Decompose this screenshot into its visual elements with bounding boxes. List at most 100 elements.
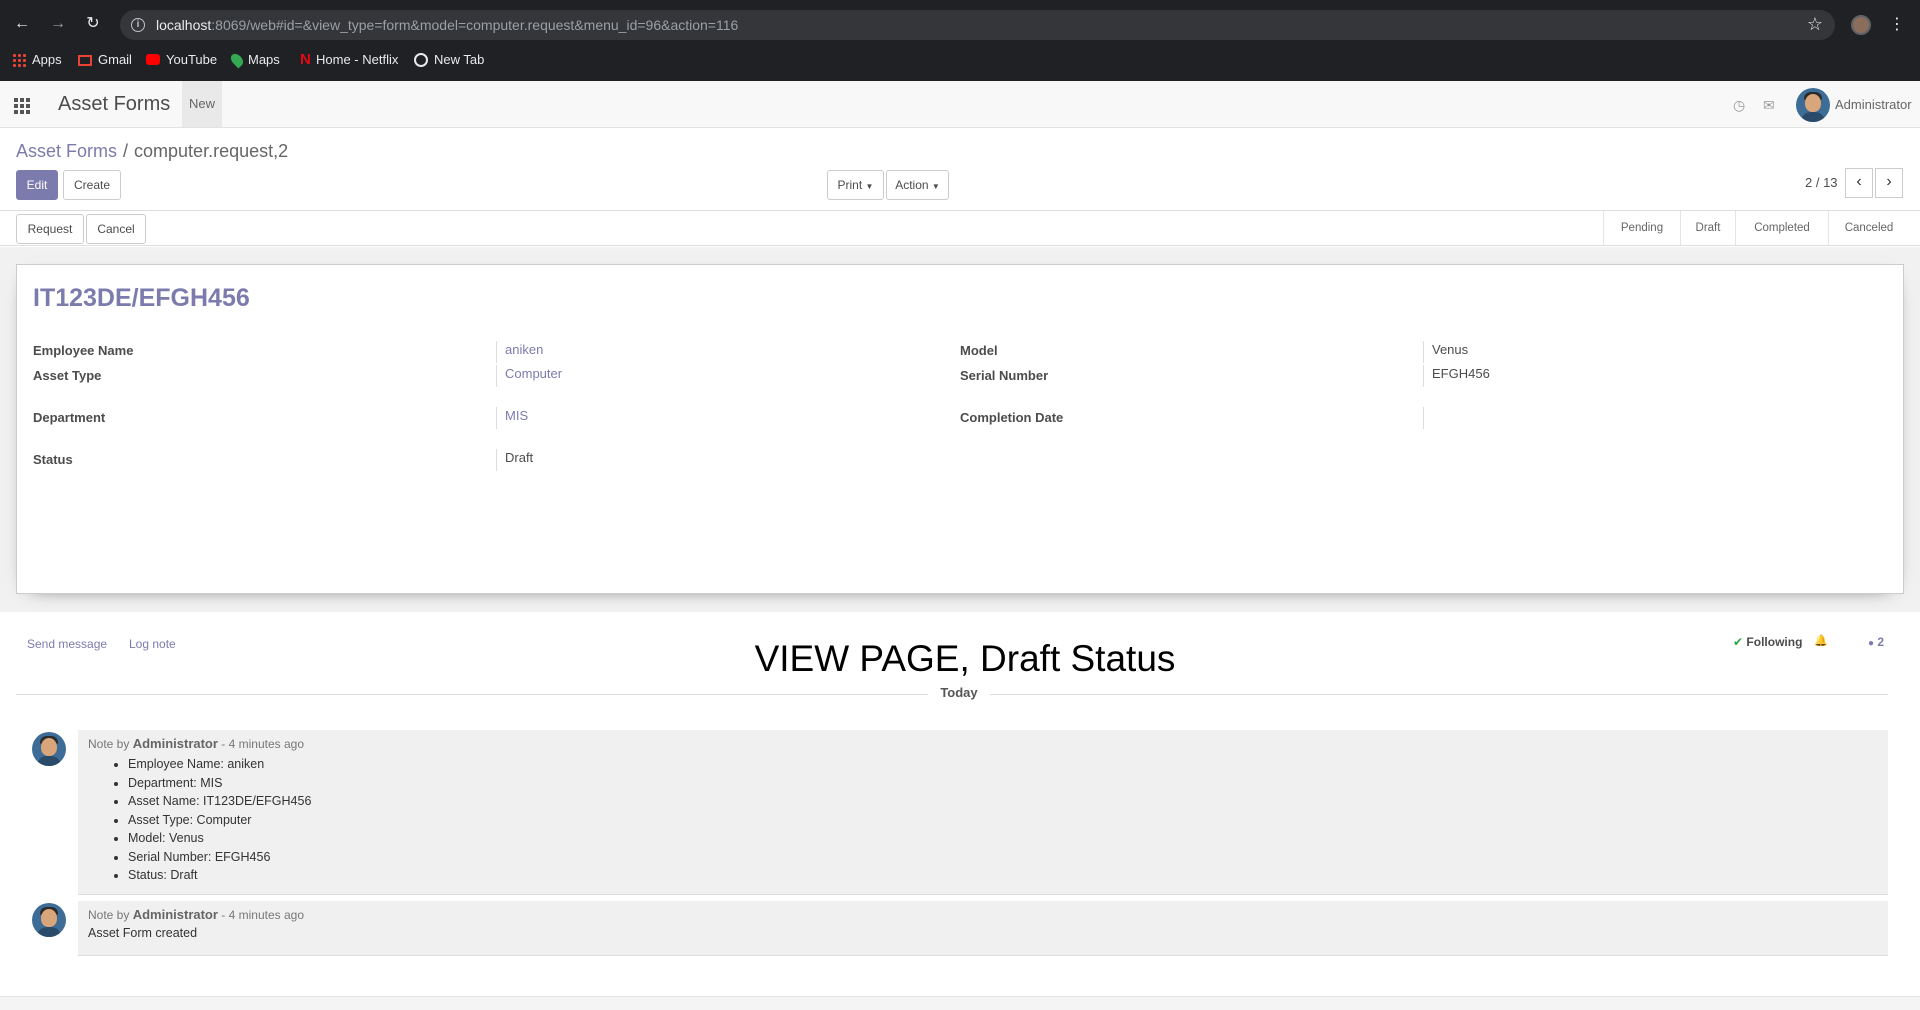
bookmark-netflix[interactable]: N Home - Netflix — [300, 52, 399, 68]
list-item: Note by Administrator - 4 minutes ago As… — [78, 901, 1888, 956]
tracking-list: Employee Name: aniken Department: MIS As… — [128, 755, 311, 885]
tracking-item: Serial Number: EFGH456 — [128, 848, 311, 867]
reload-icon[interactable]: ↻ — [83, 14, 103, 34]
url-text[interactable]: localhost:8069/web#id=&view_type=form&mo… — [156, 17, 738, 33]
messages-chat-icon[interactable]: ✉ — [1763, 97, 1775, 114]
followers-button[interactable]: ● 2 — [1868, 635, 1884, 649]
department-label: Department — [33, 410, 106, 425]
asset-type-field[interactable]: Computer — [496, 365, 562, 387]
app-menu-icon[interactable] — [14, 98, 31, 114]
followers-count: 2 — [1877, 635, 1885, 649]
pager-previous-icon[interactable]: ‹ — [1845, 168, 1873, 198]
bookmark-star-icon[interactable]: ☆ — [1807, 14, 1823, 35]
serial-number-field: EFGH456 — [1423, 365, 1490, 387]
action-dropdown[interactable]: Action ▼ — [886, 170, 949, 200]
model-field: Venus — [1423, 341, 1468, 363]
record-title: IT123DE/EFGH456 — [33, 284, 250, 312]
bell-icon[interactable]: 🔔 — [1814, 634, 1828, 647]
browser-chrome: ← → ↻ i localhost:8069/web#id=&view_type… — [0, 0, 1920, 81]
avatar[interactable] — [32, 732, 66, 766]
address-bar[interactable]: i localhost:8069/web#id=&view_type=form&… — [120, 10, 1835, 40]
statusbar: Request Cancel Pending Draft Completed C… — [0, 210, 1920, 246]
model-label: Model — [960, 343, 998, 358]
bookmarks-bar: Apps Gmail YouTube Maps N Home - Netflix… — [0, 48, 1920, 74]
tracking-item: Asset Type: Computer — [128, 811, 311, 830]
bookmark-label: Gmail — [98, 52, 132, 67]
bookmark-maps[interactable]: Maps — [228, 51, 280, 68]
bookmark-label: New Tab — [434, 52, 485, 67]
tracking-item: Model: Venus — [128, 829, 311, 848]
avatar[interactable] — [1796, 88, 1830, 122]
globe-icon — [414, 52, 428, 67]
asset-type-label: Asset Type — [33, 368, 102, 383]
message-header: Note by Administrator - 4 minutes ago — [88, 736, 304, 751]
breadcrumb-parent[interactable]: Asset Forms — [16, 141, 117, 161]
bookmark-gmail[interactable]: Gmail — [78, 52, 132, 67]
tracking-item: Status: Draft — [128, 866, 311, 885]
action-label: Action — [895, 178, 929, 192]
employee-name-label: Employee Name — [33, 343, 134, 358]
chatter: Send message Log note VIEW PAGE, Draft S… — [0, 612, 1920, 1010]
employee-name-field[interactable]: aniken — [496, 341, 543, 363]
tracking-item: Employee Name: aniken — [128, 755, 311, 774]
status-label: Status — [33, 452, 73, 467]
browser-menu-icon[interactable]: ⋮ — [1889, 14, 1905, 34]
apps-grid-icon — [12, 52, 26, 67]
bookmark-label: Apps — [32, 52, 62, 67]
message-header: Note by Administrator - 4 minutes ago — [88, 907, 304, 922]
cancel-button[interactable]: Cancel — [86, 214, 146, 244]
tracking-item: Department: MIS — [128, 774, 311, 793]
activity-clock-icon[interactable]: ◷ — [1733, 97, 1745, 114]
pager-next-icon[interactable]: › — [1875, 168, 1903, 198]
user-icon: ● — [1868, 638, 1875, 649]
caret-down-icon: ▼ — [865, 182, 874, 191]
message-time: - 4 minutes ago — [221, 737, 304, 751]
print-dropdown[interactable]: Print ▼ — [827, 170, 884, 200]
back-icon[interactable]: ← — [12, 14, 32, 34]
bookmark-label: Maps — [248, 52, 280, 67]
site-info-icon[interactable]: i — [131, 18, 145, 32]
app-name[interactable]: Asset Forms — [58, 93, 170, 116]
create-button[interactable]: Create — [63, 170, 121, 200]
forward-icon[interactable]: → — [48, 14, 68, 34]
bookmark-label: YouTube — [166, 52, 218, 67]
message-prefix: Note by — [88, 908, 130, 922]
stage-completed[interactable]: Completed — [1736, 211, 1828, 245]
stage-canceled[interactable]: Canceled — [1829, 211, 1909, 245]
message-prefix: Note by — [88, 737, 130, 751]
following-button[interactable]: ✔ Following — [1733, 635, 1802, 649]
bookmark-label: Home - Netflix — [316, 52, 399, 67]
list-item: Note by Administrator - 4 minutes ago Em… — [78, 730, 1888, 895]
breadcrumb-current: computer.request,2 — [134, 141, 289, 161]
stage-pending[interactable]: Pending — [1604, 211, 1680, 245]
bookmark-youtube[interactable]: YouTube — [146, 52, 217, 67]
message-time: - 4 minutes ago — [221, 908, 304, 922]
browser-profile-avatar[interactable] — [1851, 15, 1871, 35]
menu-new[interactable]: New — [182, 81, 222, 127]
user-menu-name[interactable]: Administrator — [1835, 97, 1912, 112]
form-sheet: IT123DE/EFGH456 Employee Name aniken Ass… — [16, 264, 1904, 594]
breadcrumb-separator: / — [123, 141, 129, 161]
message-author[interactable]: Administrator — [133, 736, 218, 751]
pager-value[interactable]: 2 / 13 — [1805, 175, 1838, 190]
tracking-item: Asset Name: IT123DE/EFGH456 — [128, 792, 311, 811]
print-label: Print — [837, 178, 863, 192]
completion-date-field — [1423, 407, 1432, 429]
message-author[interactable]: Administrator — [133, 907, 218, 922]
serial-number-label: Serial Number — [960, 368, 1049, 383]
breadcrumb: Asset Forms / computer.request,2 — [16, 141, 288, 162]
bookmark-new-tab[interactable]: New Tab — [414, 52, 484, 67]
message-body: Asset Form created — [88, 926, 198, 940]
youtube-icon — [146, 54, 160, 65]
bookmark-apps[interactable]: Apps — [12, 52, 62, 67]
page-banner: VIEW PAGE, Draft Status — [754, 638, 1176, 679]
bottom-strip — [0, 996, 1920, 1010]
stage-draft[interactable]: Draft — [1681, 211, 1735, 245]
caret-down-icon: ▼ — [931, 182, 940, 191]
department-field[interactable]: MIS — [496, 407, 528, 429]
edit-button[interactable]: Edit — [16, 170, 58, 200]
odoo-navbar: Asset Forms New ◷ ✉ Administrator — [0, 81, 1920, 128]
request-button[interactable]: Request — [16, 214, 84, 244]
avatar[interactable] — [32, 903, 66, 937]
following-label: Following — [1746, 635, 1803, 649]
